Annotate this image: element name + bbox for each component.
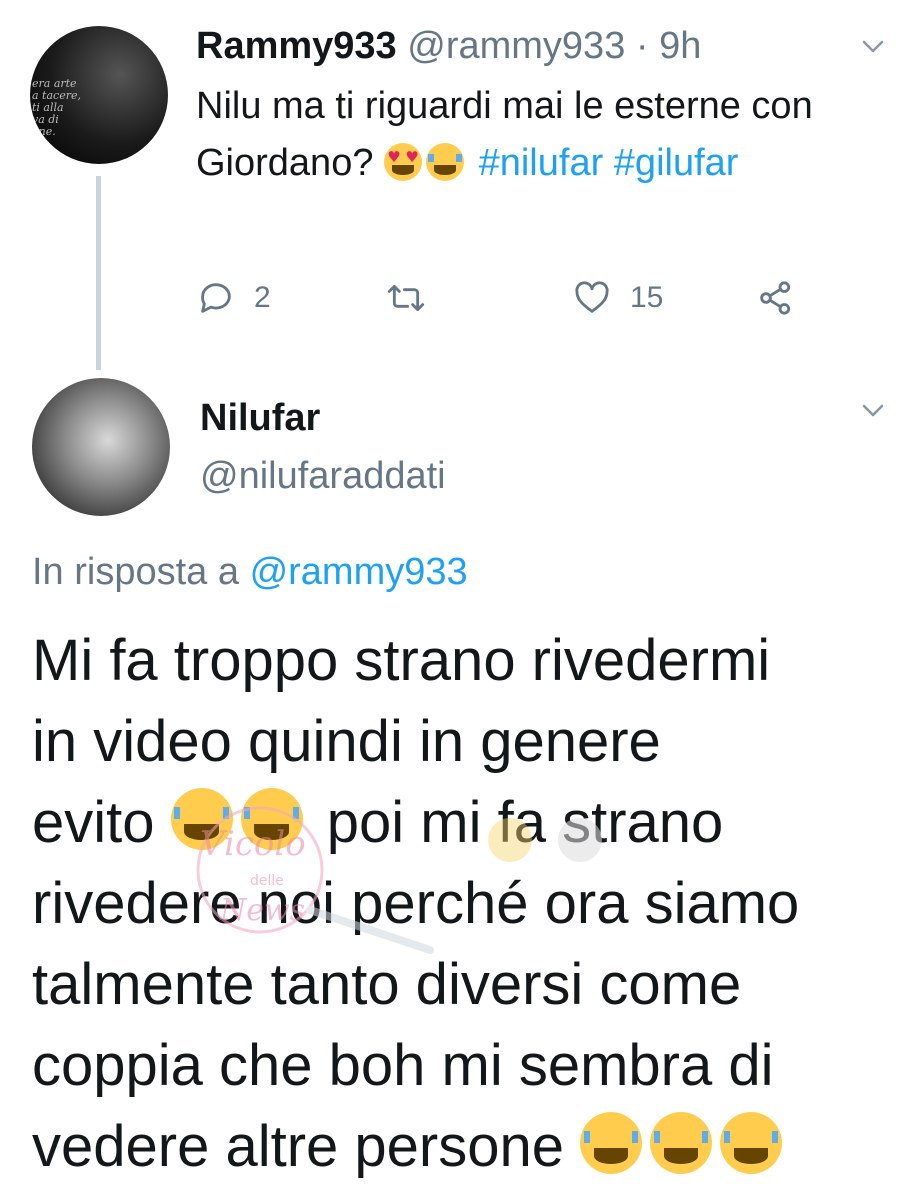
share-icon bbox=[760, 281, 791, 315]
share-action[interactable] bbox=[756, 276, 796, 320]
text-line: in video quindi in genere bbox=[32, 709, 661, 774]
heart-icon bbox=[575, 281, 609, 313]
tears-of-joy-emoji-icon bbox=[240, 788, 303, 850]
text-line: talmente tanto diversi come bbox=[32, 952, 742, 1017]
text-line: evito poi mi fa strano bbox=[32, 782, 892, 863]
reply-tweet-text: Mi fa troppo strano rivedermi in video q… bbox=[32, 620, 892, 1187]
meta-separator: · bbox=[635, 25, 649, 67]
tweet-time[interactable]: 9h bbox=[659, 25, 701, 67]
text-line: rivedere noi perché ora siamo bbox=[32, 871, 800, 936]
chevron-down-icon[interactable] bbox=[862, 40, 884, 54]
nilufar-avatar[interactable] bbox=[32, 378, 170, 516]
in-reply-prefix: In risposta a bbox=[32, 551, 239, 593]
text-line: vedere altre persone bbox=[32, 1106, 892, 1187]
in-reply-to: In risposta a @rammy933 bbox=[32, 548, 468, 596]
tears-of-joy-emoji-icon bbox=[580, 1112, 643, 1174]
rammy933-avatar[interactable]: era arte a tacere, ti alla va di one. bbox=[30, 26, 168, 164]
chevron-down-icon[interactable] bbox=[862, 404, 884, 418]
tears-of-joy-emoji-icon bbox=[426, 143, 465, 181]
text-fragment: poi mi fa strano bbox=[326, 790, 724, 855]
like-action[interactable]: 15 bbox=[572, 276, 663, 320]
author-name[interactable]: Rammy933 bbox=[196, 25, 397, 67]
like-count: 15 bbox=[630, 281, 664, 314]
tweet-actions: 2 15 bbox=[0, 276, 916, 320]
retweet-action[interactable] bbox=[384, 276, 446, 320]
thread-line bbox=[96, 176, 101, 370]
in-reply-mention[interactable]: @rammy933 bbox=[250, 551, 468, 593]
reply-author-handle[interactable]: @nilufaraddati bbox=[200, 452, 446, 500]
reply-author-name[interactable]: Nilufar bbox=[200, 394, 320, 442]
reply-action[interactable]: 2 bbox=[196, 276, 271, 320]
retweet-icon bbox=[387, 284, 425, 312]
tears-of-joy-emoji-icon bbox=[720, 1112, 783, 1174]
heart-eyes-emoji-icon bbox=[384, 143, 423, 181]
reply-count: 2 bbox=[254, 281, 271, 314]
avatar-caption: era arte a tacere, ti alla va di one. bbox=[32, 77, 81, 138]
text-fragment: vedere altre persone bbox=[32, 1114, 564, 1179]
tears-of-joy-emoji-icon bbox=[170, 788, 233, 850]
author-handle[interactable]: @rammy933 bbox=[407, 25, 625, 67]
text-fragment: evito bbox=[32, 790, 155, 855]
text-line: Mi fa troppo strano rivedermi bbox=[32, 628, 771, 693]
hashtag-gilufar[interactable]: #gilufar bbox=[614, 142, 739, 184]
parent-tweet-text: Nilu ma ti riguardi mai le esterne con G… bbox=[196, 78, 836, 192]
parent-tweet-header: Rammy933 @rammy933 · 9h bbox=[196, 22, 701, 70]
text-line: coppia che boh mi sembra di bbox=[32, 1033, 774, 1098]
reply-icon bbox=[201, 283, 231, 313]
hashtag-nilufar[interactable]: #nilufar bbox=[479, 142, 604, 184]
tears-of-joy-emoji-icon bbox=[650, 1112, 713, 1174]
